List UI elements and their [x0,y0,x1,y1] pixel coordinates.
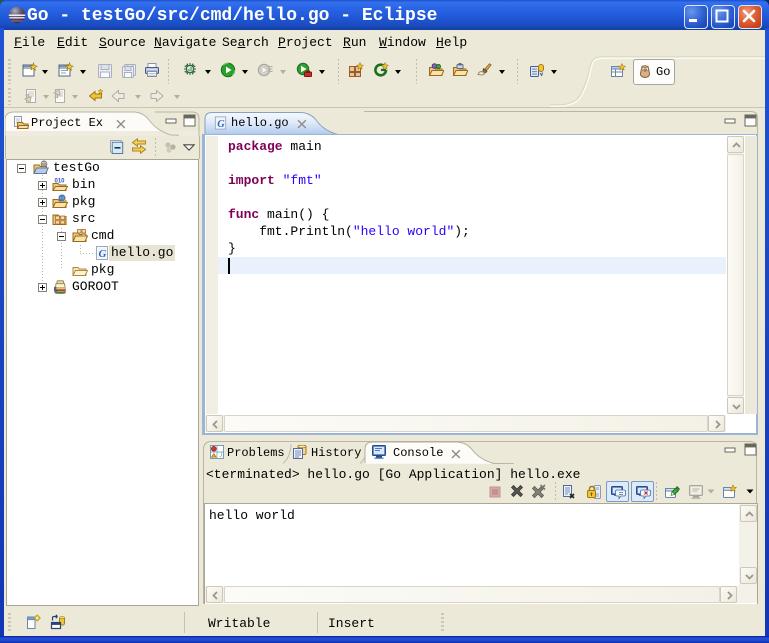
svg-text:G: G [99,248,107,260]
svg-text:G: G [217,119,225,130]
svg-text:010: 010 [55,179,66,185]
